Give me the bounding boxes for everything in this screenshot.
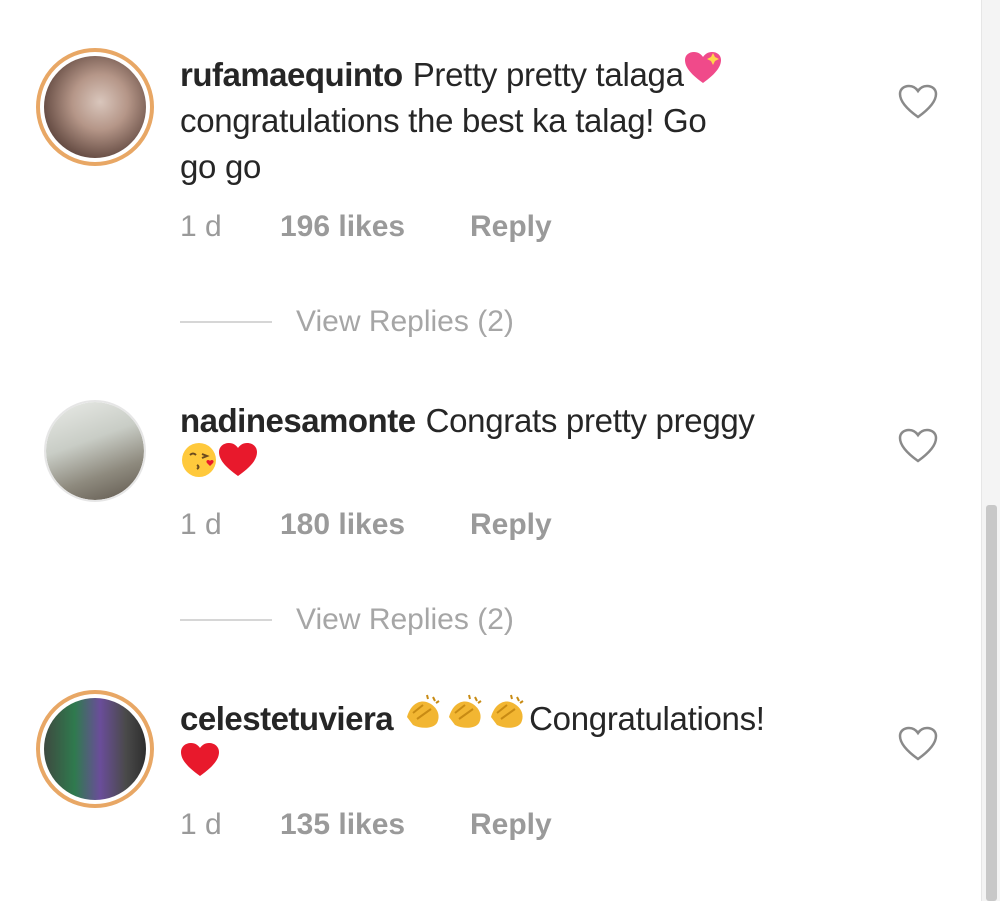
view-replies-label: View Replies (2) (296, 603, 514, 636)
reply-button[interactable]: Reply (470, 210, 552, 244)
comment-meta: 1 d 135 likes Reply (180, 803, 552, 847)
comment-text: go go (180, 148, 262, 185)
view-replies-button[interactable]: View Replies (2) (180, 600, 514, 640)
avatar[interactable] (36, 48, 154, 166)
comment-body: nadinesamonte Congrats pretty preggy (180, 398, 870, 491)
like-heart-icon[interactable] (898, 428, 938, 464)
comment-body: celestetuviera Congratulations! (180, 693, 870, 790)
comment-meta: 1 d 180 likes Reply (180, 503, 552, 547)
comment-username[interactable]: celestetuviera (180, 700, 394, 737)
kissing-face-emoji-icon (180, 441, 218, 491)
view-replies-label: View Replies (2) (296, 305, 514, 338)
avatar[interactable] (36, 690, 154, 808)
clapping-hands-emoji-icon (403, 693, 445, 743)
comment-likes[interactable]: 135 likes (280, 808, 470, 842)
avatar-photo (46, 402, 144, 500)
red-heart-emoji-icon (218, 442, 258, 490)
clapping-hands-emoji-icon (487, 693, 529, 743)
like-heart-icon[interactable] (898, 84, 938, 120)
avatar-photo (44, 698, 146, 800)
reply-button[interactable]: Reply (470, 508, 552, 542)
scrollbar-track[interactable] (981, 0, 1000, 901)
sparkling-heart-emoji-icon (684, 51, 722, 97)
comment-likes[interactable]: 180 likes (280, 508, 470, 542)
comment-time: 1 d (180, 508, 222, 541)
comment-text: congratulations the best ka talag! Go (180, 102, 707, 139)
clapping-hands-emoji-icon (445, 693, 487, 743)
comment-text: Congratulations! (529, 700, 765, 737)
comment-likes[interactable]: 196 likes (280, 210, 470, 244)
view-replies-button[interactable]: View Replies (2) (180, 302, 514, 342)
view-replies-line (180, 619, 272, 621)
comment-text: Pretty pretty talaga (412, 56, 684, 93)
reply-button[interactable]: Reply (470, 808, 552, 842)
comment-body: rufamaequinto Pretty pretty talaga congra… (180, 52, 870, 190)
comment-time: 1 d (180, 210, 222, 243)
comment-username[interactable]: nadinesamonte (180, 402, 416, 439)
comment-text: Congrats pretty preggy (425, 402, 755, 439)
comment-meta: 1 d 196 likes Reply (180, 205, 552, 249)
like-heart-icon[interactable] (898, 726, 938, 762)
comment-username[interactable]: rufamaequinto (180, 56, 403, 93)
red-heart-emoji-icon (180, 742, 220, 790)
view-replies-line (180, 321, 272, 323)
avatar[interactable] (44, 400, 146, 502)
avatar-photo (44, 56, 146, 158)
scrollbar-thumb[interactable] (986, 505, 997, 901)
comment-time: 1 d (180, 808, 222, 841)
